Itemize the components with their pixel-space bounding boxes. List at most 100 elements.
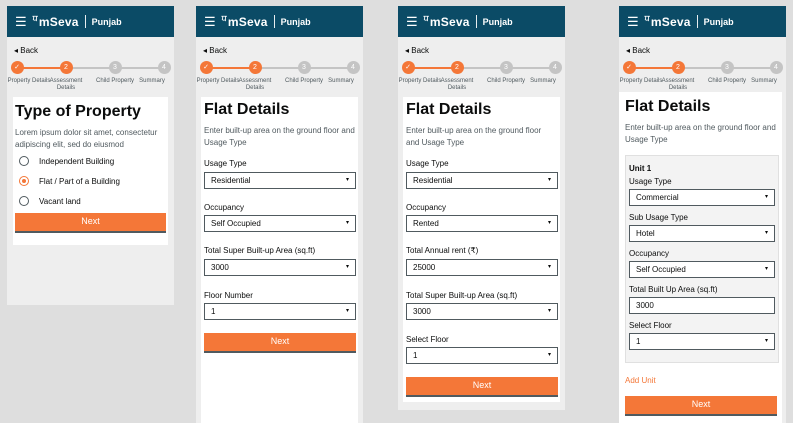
step-number: 4	[769, 61, 783, 74]
app-bar: ☰ ਧmSeva Punjab	[619, 6, 786, 37]
step-number: 3	[720, 61, 734, 74]
radio-vacant-land[interactable]: Vacant land	[19, 196, 81, 206]
usage-type-label: Usage Type	[629, 177, 672, 186]
step-number: 2	[450, 61, 464, 74]
chevron-down-icon: ▾	[547, 264, 551, 270]
usage-type-select[interactable]: Residential ▾	[406, 172, 558, 189]
city-name: Punjab	[280, 16, 311, 27]
built-up-area-input[interactable]: 3000	[629, 297, 775, 314]
step-label: Summary	[139, 78, 165, 84]
back-link[interactable]: ◂ Back	[203, 46, 363, 56]
step-label: Summary	[530, 78, 556, 84]
back-link[interactable]: ◂ Back	[626, 46, 786, 56]
step-label: Assessment Details	[440, 78, 474, 91]
back-link[interactable]: ◂ Back	[14, 46, 174, 56]
sub-usage-type-select[interactable]: Hotel ▾	[629, 225, 775, 242]
radio-flat[interactable]: Flat / Part of a Building	[19, 176, 120, 186]
divider	[84, 15, 86, 28]
form-card: Flat Details Enter built-up area on the …	[403, 97, 560, 402]
floor-number-select[interactable]: 1 ▾	[204, 303, 356, 320]
usage-type-label: Usage Type	[406, 159, 449, 168]
usage-type-select[interactable]: Residential ▾	[204, 172, 356, 189]
form-card: Type of Property Lorem ipsum dolor sit a…	[13, 97, 168, 245]
stepper-connector	[17, 67, 66, 69]
stepper-connector	[66, 67, 115, 69]
city-name: Punjab	[482, 16, 513, 27]
stepper-connector	[115, 67, 164, 69]
form-card: Flat Details Enter built-up area on the …	[201, 97, 358, 423]
radio-circle-icon[interactable]	[19, 156, 29, 166]
next-button[interactable]: Next	[406, 377, 558, 395]
chevron-down-icon: ▾	[547, 220, 551, 226]
step-number: 3	[499, 61, 513, 74]
next-button[interactable]: Next	[625, 396, 777, 414]
hamburger-icon[interactable]: ☰	[15, 15, 27, 28]
stepper-connector	[629, 67, 678, 69]
app-bar: ☰ ਧmSeva Punjab	[7, 6, 174, 37]
occupancy-select[interactable]: Rented ▾	[406, 215, 558, 232]
divider	[696, 15, 698, 28]
chevron-down-icon: ▾	[345, 264, 349, 270]
stepper-connector	[255, 67, 304, 69]
step-number: 3	[297, 61, 311, 74]
step-label: Assessment Details	[238, 78, 272, 91]
annual-rent-select[interactable]: 25000 ▾	[406, 259, 558, 276]
select-floor-label: Select Floor	[406, 335, 449, 344]
select-floor-select[interactable]: 1 ▾	[406, 347, 558, 364]
chevron-down-icon: ▾	[547, 177, 551, 183]
chevron-down-icon: ▾	[764, 194, 768, 200]
page-description: Enter built-up area on the ground floor …	[625, 123, 776, 144]
super-built-up-area-label: Total Super Built-up Area (sq.ft)	[406, 291, 518, 300]
select-floor-select[interactable]: 1 ▾	[629, 333, 775, 350]
chevron-down-icon: ▾	[547, 308, 551, 314]
page-description: Lorem ipsum dolor sit amet, consectetur …	[15, 128, 158, 149]
annual-rent-label: Total Annual rent (₹)	[406, 246, 479, 255]
occupancy-label: Occupancy	[629, 249, 670, 258]
hamburger-icon[interactable]: ☰	[204, 15, 216, 28]
unit-title: Unit 1	[629, 164, 652, 173]
radio-selected-icon[interactable]	[19, 176, 29, 186]
screen-flat-details-residential: ☰ ਧmSeva Punjab ◂ Back ✓ Property Details…	[196, 6, 363, 423]
chevron-down-icon: ▾	[345, 177, 349, 183]
radio-circle-icon[interactable]	[19, 196, 29, 206]
progress-stepper: ✓ Property Details 2 Assessment Details 3 Chi…	[196, 61, 363, 97]
usage-type-select[interactable]: Commercial ▾	[629, 189, 775, 206]
step-number: 4	[157, 61, 171, 74]
stepper-connector	[408, 67, 457, 69]
hamburger-icon[interactable]: ☰	[627, 15, 639, 28]
super-built-up-area-select[interactable]: 3000 ▾	[204, 259, 356, 276]
back-link[interactable]: ◂ Back	[405, 46, 565, 56]
app-bar: ☰ ਧmSeva Punjab	[196, 6, 363, 37]
next-button[interactable]: Next	[15, 213, 166, 231]
brand-logo: ਧmSeva	[644, 14, 691, 29]
city-name: Punjab	[91, 16, 122, 27]
step-check-icon: ✓	[401, 61, 415, 74]
chevron-down-icon: ▾	[764, 230, 768, 236]
usage-type-label: Usage Type	[204, 159, 247, 168]
stepper-connector	[506, 67, 555, 69]
hamburger-icon[interactable]: ☰	[406, 15, 418, 28]
step-label: Assessment Details	[49, 78, 83, 91]
divider	[273, 15, 275, 28]
page-title: Flat Details	[406, 101, 492, 118]
screen-flat-details-unit: ☰ ਧmSeva Punjab ◂ Back ✓ Property Details…	[619, 6, 786, 423]
stepper-connector	[678, 67, 727, 69]
occupancy-select[interactable]: Self Occupied ▾	[204, 215, 356, 232]
super-built-up-area-select[interactable]: 3000 ▾	[406, 303, 558, 320]
step-label: Summary	[751, 78, 777, 84]
step-check-icon: ✓	[622, 61, 636, 74]
super-built-up-area-label: Total Super Built-up Area (sq.ft)	[204, 246, 316, 255]
sub-usage-type-label: Sub Usage Type	[629, 213, 689, 222]
step-number: 4	[346, 61, 360, 74]
add-unit-link[interactable]: Add Unit	[625, 376, 656, 385]
stepper-connector	[457, 67, 506, 69]
stepper-connector	[304, 67, 353, 69]
chevron-down-icon: ▾	[764, 338, 768, 344]
step-check-icon: ✓	[10, 61, 24, 74]
radio-independent-building[interactable]: Independent Building	[19, 156, 114, 166]
progress-stepper: ✓ Property Details 2 Assessment Details 3 Chi…	[7, 61, 174, 97]
next-button[interactable]: Next	[204, 333, 356, 351]
occupancy-select[interactable]: Self Occupied ▾	[629, 261, 775, 278]
chevron-down-icon: ▾	[764, 266, 768, 272]
brand-logo: ਧmSeva	[32, 14, 79, 29]
